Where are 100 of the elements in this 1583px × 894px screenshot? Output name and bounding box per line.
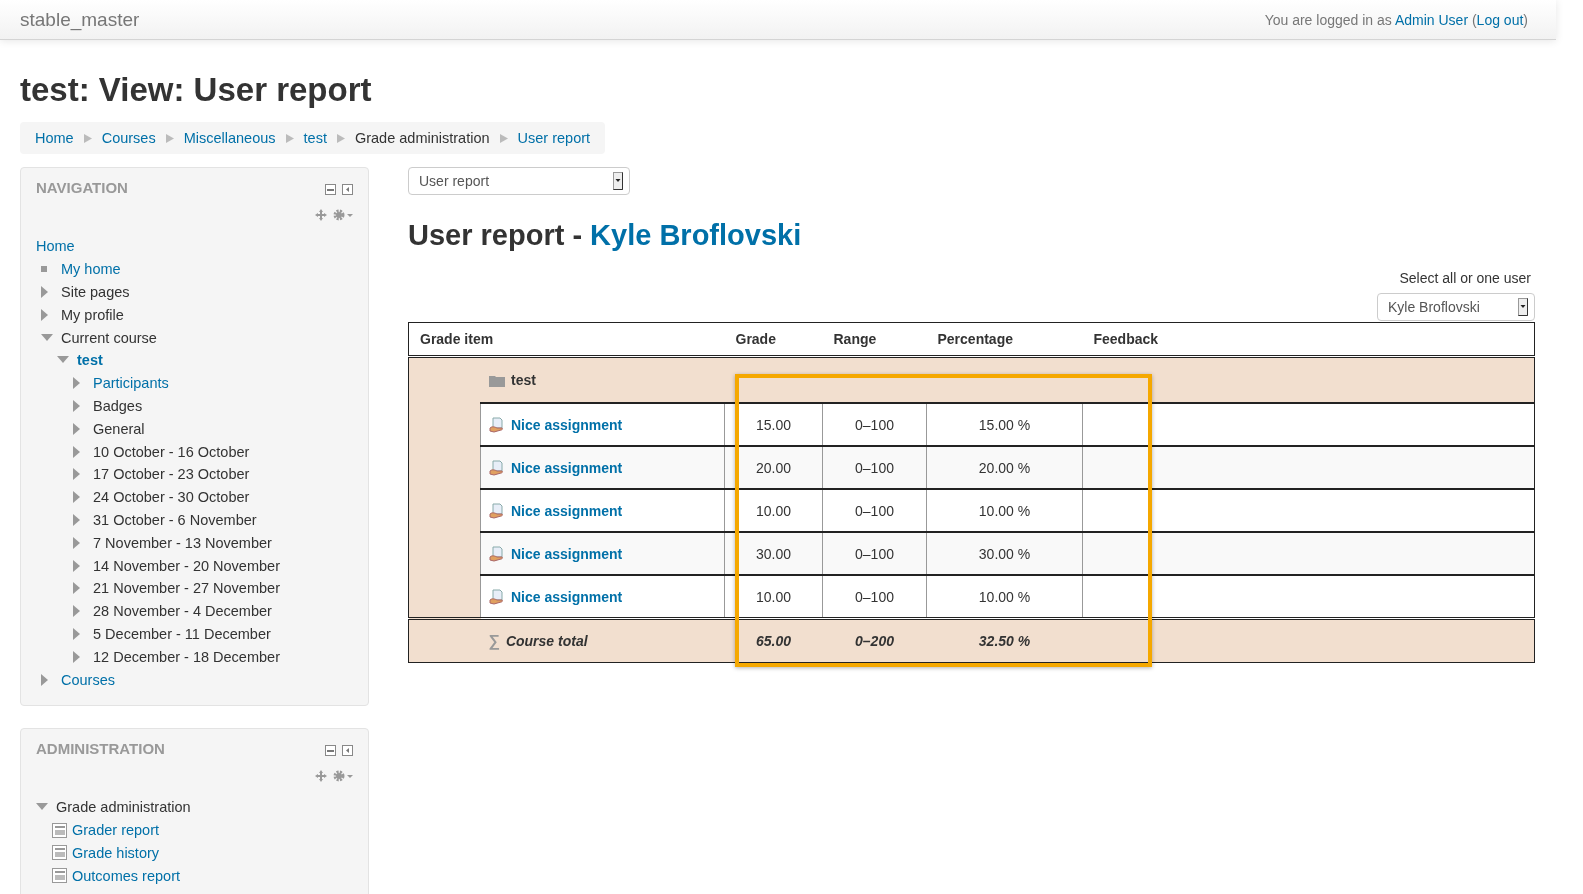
collapsed-arrow-icon[interactable] [73, 422, 80, 435]
nav-item[interactable]: Courses [61, 671, 115, 688]
user-select-label: Select all or one user [1399, 270, 1532, 286]
breadcrumb-item[interactable]: test [303, 130, 327, 146]
assignment-link[interactable]: Nice assignment [511, 459, 623, 476]
separator-icon [165, 133, 174, 143]
nav-item[interactable]: 5 December - 11 December [93, 625, 271, 642]
range-cell: 0–100 [822, 403, 927, 446]
minimize-icon[interactable] [325, 184, 336, 195]
nav-item[interactable]: Outcomes report [72, 867, 180, 884]
breadcrumb-item[interactable]: Home [35, 130, 74, 146]
percentage-cell: 10.00 % [926, 575, 1083, 619]
expanded-arrow-icon[interactable] [41, 333, 53, 342]
assignment-link[interactable]: Nice assignment [511, 416, 623, 433]
separator-icon [336, 133, 345, 143]
breadcrumb-item[interactable]: User report [517, 130, 591, 146]
nav-item[interactable]: Badges [93, 397, 143, 414]
total-grade: 65.00 [724, 618, 823, 663]
percentage-cell: 10.00 % [926, 489, 1083, 532]
breadcrumb-item[interactable]: Miscellaneous [183, 130, 276, 146]
collapsed-arrow-icon[interactable] [73, 605, 80, 618]
folder-icon [489, 373, 505, 387]
nav-item[interactable]: 7 November - 13 November [93, 534, 272, 551]
nav-item[interactable]: General [93, 420, 145, 437]
nav-item[interactable]: 21 November - 27 November [93, 580, 280, 597]
breadcrumb-item[interactable]: Courses [101, 130, 156, 146]
nav-item[interactable]: Grader report [72, 822, 160, 839]
collapsed-arrow-icon[interactable] [73, 491, 80, 504]
nav-item[interactable]: Home [36, 238, 75, 255]
collapsed-arrow-icon[interactable] [73, 536, 80, 549]
nav-item[interactable]: Current course [61, 329, 157, 346]
settings-icon[interactable] [333, 769, 353, 782]
grade-cell: 30.00 [724, 532, 823, 575]
move-icon[interactable] [315, 769, 327, 782]
report-icon [52, 868, 67, 884]
nav-item[interactable]: 10 October - 16 October [93, 443, 250, 460]
site-name[interactable]: stable_master [20, 8, 140, 31]
report-icon [52, 822, 67, 838]
collapsed-arrow-icon[interactable] [73, 468, 80, 481]
expanded-arrow-icon[interactable] [57, 356, 69, 365]
collapsed-arrow-icon[interactable] [73, 559, 80, 572]
report-heading: User report - Kyle Broflovski [408, 219, 803, 252]
nav-item[interactable]: 14 November - 20 November [93, 557, 280, 574]
collapsed-arrow-icon[interactable] [41, 308, 48, 321]
category-name: test [511, 372, 536, 388]
settings-icon[interactable] [333, 209, 353, 221]
bullet-icon [41, 266, 47, 273]
collapsed-arrow-icon[interactable] [73, 399, 80, 412]
breadcrumb-item: Grade administration [354, 130, 490, 146]
block-title: NAVIGATION [36, 179, 128, 196]
separator-icon [83, 133, 92, 143]
move-icon[interactable] [315, 209, 327, 221]
nav-item[interactable]: 28 November - 4 December [93, 603, 272, 620]
header-link[interactable]: Log out [1476, 11, 1524, 28]
collapsed-arrow-icon[interactable] [73, 513, 80, 526]
assignment-link[interactable]: Nice assignment [511, 545, 623, 562]
grade-cell: 15.00 [724, 403, 823, 446]
report-select[interactable]: User report [408, 167, 630, 195]
minimize-icon[interactable] [325, 744, 336, 756]
nav-item[interactable]: Site pages [61, 284, 130, 300]
header-link[interactable]: Admin User [1394, 11, 1469, 28]
collapsed-arrow-icon[interactable] [41, 673, 48, 686]
collapsed-arrow-icon[interactable] [41, 286, 48, 298]
user-link[interactable]: Kyle Broflovski [590, 219, 802, 251]
collapsed-arrow-icon[interactable] [73, 627, 80, 640]
expanded-arrow-icon[interactable] [36, 803, 48, 812]
nav-item[interactable]: test [77, 352, 103, 369]
nav-item[interactable]: 12 December - 18 December [93, 648, 280, 665]
nav-item[interactable]: 24 October - 30 October [93, 489, 250, 506]
nav-item[interactable]: Grade history [72, 844, 160, 861]
separator-icon [285, 133, 294, 143]
nav-item[interactable]: My home [61, 261, 121, 278]
collapsed-arrow-icon[interactable] [73, 445, 80, 458]
total-range: 0–200 [822, 618, 927, 663]
assignment-icon [489, 459, 505, 476]
report-icon [52, 845, 67, 861]
assignment-icon [489, 588, 505, 605]
dropdown-arrow-icon[interactable] [1518, 298, 1528, 316]
total-label: Course total [505, 633, 588, 649]
assignment-icon [489, 416, 505, 433]
dropdown-arrow-icon[interactable] [613, 172, 623, 190]
nav-item[interactable]: 17 October - 23 October [93, 466, 250, 483]
nav-item[interactable]: My profile [61, 306, 124, 323]
collapsed-arrow-icon[interactable] [73, 582, 80, 595]
nav-item[interactable]: Participants [93, 375, 169, 392]
dock-icon[interactable] [342, 184, 353, 195]
collapsed-arrow-icon[interactable] [73, 650, 80, 663]
range-cell: 0–100 [822, 446, 927, 489]
nav-item[interactable]: 31 October - 6 November [93, 511, 257, 528]
assignment-icon [489, 502, 505, 519]
assignment-link[interactable]: Nice assignment [511, 502, 623, 519]
separator-icon [499, 133, 508, 143]
range-cell: 0–100 [822, 575, 927, 619]
user-select[interactable]: Kyle Broflovski [1377, 293, 1535, 321]
range-cell: 0–100 [822, 532, 927, 575]
collapsed-arrow-icon[interactable] [73, 377, 80, 390]
percentage-cell: 20.00 % [926, 446, 1083, 489]
assignment-link[interactable]: Nice assignment [511, 588, 623, 605]
nav-item[interactable]: Grade administration [56, 799, 191, 816]
dock-icon[interactable] [342, 744, 353, 756]
